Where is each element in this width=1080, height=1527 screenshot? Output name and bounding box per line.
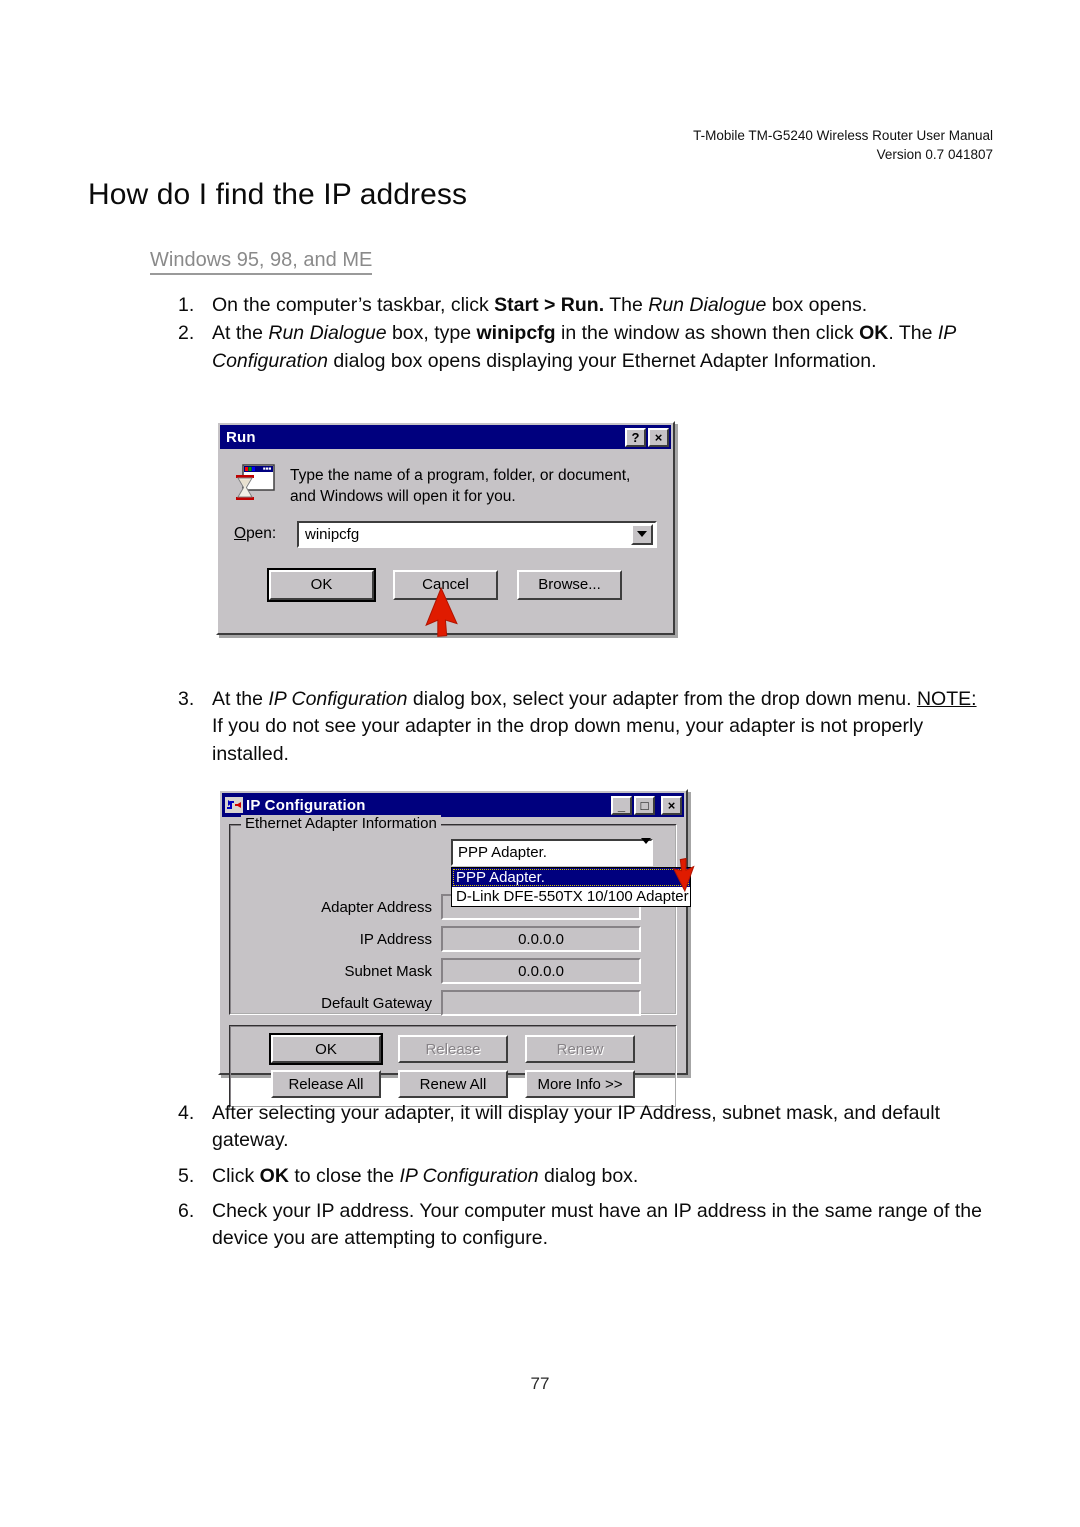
ip-configuration-icon [225,797,243,813]
step-text: On the computer’s taskbar, click Start >… [212,294,868,316]
step-number: 6. [178,1199,195,1222]
adapter-dropdown-list[interactable]: PPP Adapter. D-Link DFE-550TX 10/100 Ada… [451,867,691,907]
step-number: 4. [178,1102,195,1124]
open-input-value[interactable]: winipcfg [299,526,631,543]
ok-button[interactable]: OK [267,567,376,602]
red-arrow-cursor [668,853,702,893]
header-line-1: T-Mobile TM-G5240 Wireless Router User M… [693,128,993,143]
list-item: 3. At the IP Configuration dialog box, s… [178,686,988,768]
run-program-hourglass-icon [234,463,276,503]
list-item[interactable]: PPP Adapter. [452,868,690,887]
step-text: Click OK to close the IP Configuration d… [212,1164,639,1187]
steps-block-bottom: 4. After selecting your adapter, it will… [178,1100,988,1253]
minimize-icon[interactable]: _ [611,795,632,815]
browse-button[interactable]: Browse... [517,569,622,600]
red-arrow-cursor [413,586,469,644]
ipconfig-titlebar[interactable]: IP Configuration _ □ × [222,793,684,817]
default-gateway-label: Default Gateway [321,994,432,1012]
maximize-icon[interactable]: □ [634,795,655,815]
steps-block-top: 1. On the computer’s taskbar, click Star… [178,292,988,376]
list-item: 2. At the Run Dialogue box, type winipcf… [178,320,988,375]
steps-block-middle: 3. At the IP Configuration dialog box, s… [178,686,988,769]
list-item: 4. After selecting your adapter, it will… [178,1100,988,1155]
ethernet-adapter-information-group: Ethernet Adapter Information Adapter Add… [229,815,691,1016]
ipconfig-button-panel: OK Release Renew Release All Renew All M… [229,1025,677,1108]
step-number: 3. [178,688,195,710]
close-icon[interactable]: × [648,427,669,447]
run-description-row: Type the name of a program, folder, or d… [234,463,657,508]
ip-address-value: 0.0.0.0 [441,926,641,952]
run-titlebar-buttons: ? × [625,427,669,447]
list-item: 5. Click OK to close the IP Configuratio… [178,1163,988,1190]
field-row-ip-address: IP Address 0.0.0.0 [231,926,675,952]
more-info-button[interactable]: More Info >> [525,1070,635,1098]
header-line-2: Version 0.7 041807 [876,147,993,163]
default-gateway-value [441,990,641,1016]
ipconfig-titlebar-buttons: _ □ × [611,795,682,815]
list-item: 6. Check your IP address. Your computer … [178,1198,988,1253]
run-open-row: Open: winipcfg [234,520,657,548]
adapter-selected-value[interactable]: PPP Adapter. [453,844,641,861]
step-text: After selecting your adapter, it will di… [212,1102,941,1152]
chevron-down-icon[interactable] [631,523,653,545]
adapter-combobox-wrap: PPP Adapter. PPP Adapter. D-Link DFE-550… [451,837,691,907]
release-all-button[interactable]: Release All [271,1070,381,1098]
step-number: 1. [178,294,195,316]
ok-button[interactable]: OK [269,1033,383,1065]
adapter-combobox[interactable]: PPP Adapter. [451,837,653,866]
page-title: How do I find the IP address [88,178,468,211]
release-button[interactable]: Release [398,1035,508,1063]
ipconfig-button-row-1: OK Release Renew [231,1033,675,1065]
document-header: T-Mobile TM-G5240 Wireless Router User M… [693,126,993,164]
group-title: Ethernet Adapter Information [241,815,441,832]
field-row-default-gateway: Default Gateway [231,990,675,1016]
subnet-mask-value: 0.0.0.0 [441,958,641,984]
step-number: 5. [178,1164,195,1187]
subnet-mask-label: Subnet Mask [344,962,432,980]
run-dialog-body: Type the name of a program, folder, or d… [218,449,673,602]
ipconfig-button-row-2: Release All Renew All More Info >> [231,1070,675,1098]
list-item[interactable]: D-Link DFE-550TX 10/100 Adapter [452,887,690,906]
chevron-down-icon[interactable] [641,837,651,862]
page-number: 77 [530,1374,550,1393]
ip-configuration-window[interactable]: IP Configuration _ □ × Ethernet Adapter … [218,789,691,1108]
run-dialog-title: Run [226,428,256,446]
step-number: 2. [178,322,195,345]
step-text: At the Run Dialogue box, type winipcfg i… [212,322,956,372]
open-combobox[interactable]: winipcfg [297,520,657,548]
renew-button[interactable]: Renew [525,1035,635,1063]
step-text: Check your IP address. Your computer mus… [212,1199,982,1250]
ip-address-label: IP Address [359,930,432,948]
list-item: 1. On the computer’s taskbar, click Star… [178,292,988,319]
run-dialog-titlebar[interactable]: Run ? × [220,425,671,449]
step-text: At the IP Configuration dialog box, sele… [212,688,977,765]
renew-all-button[interactable]: Renew All [398,1070,508,1098]
close-icon[interactable]: × [661,795,682,815]
field-row-subnet-mask: Subnet Mask 0.0.0.0 [231,958,675,984]
run-description-text: Type the name of a program, folder, or d… [290,467,631,505]
help-button[interactable]: ? [625,427,646,447]
ipconfig-title: IP Configuration [246,796,366,814]
section-subtitle: Windows 95, 98, and ME [150,249,373,275]
adapter-address-label: Adapter Address [321,898,432,916]
open-label: Open: [234,525,277,543]
